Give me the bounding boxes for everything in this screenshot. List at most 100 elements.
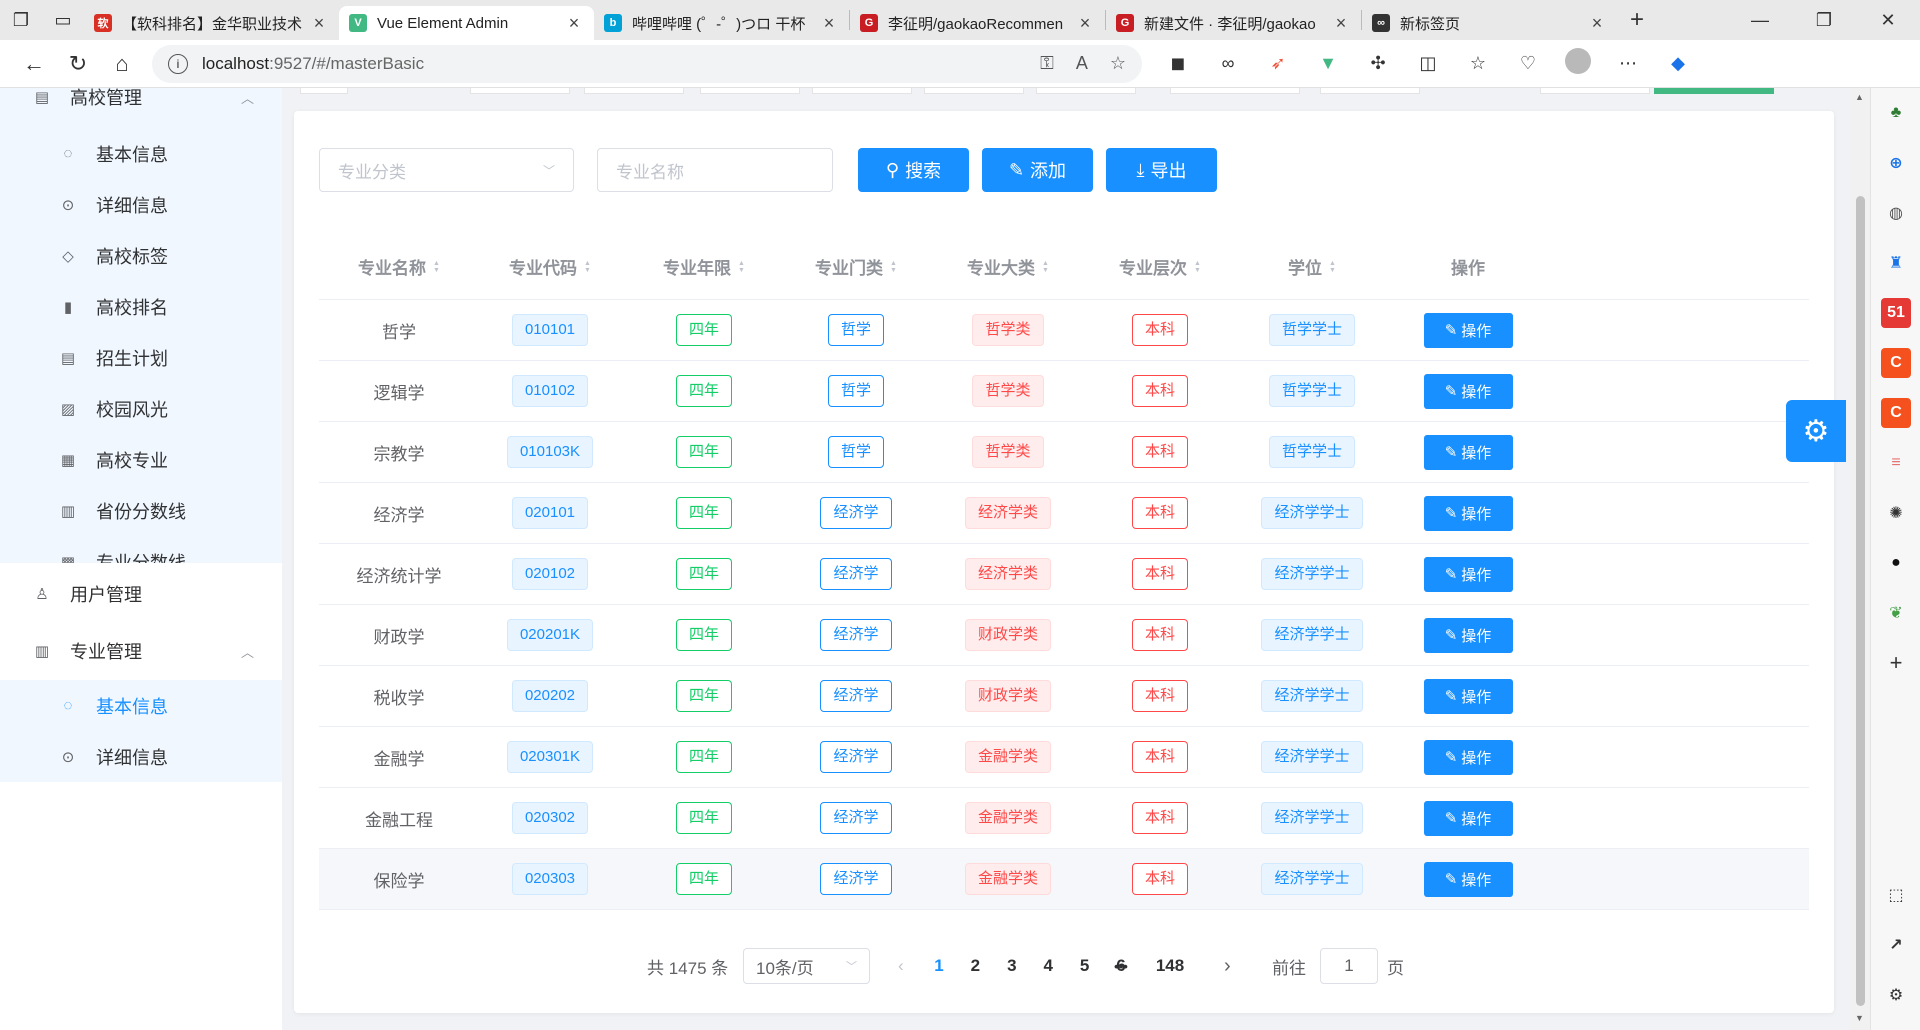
infinity-extension-icon[interactable]: ∞ — [1206, 53, 1250, 74]
copilot-icon[interactable]: ◆ — [1656, 53, 1700, 74]
operate-button[interactable]: ✎ 操作 — [1423, 312, 1513, 348]
operate-button[interactable]: ✎ 操作 — [1423, 617, 1513, 653]
sidebar-item[interactable]: ▦ 高校专业 — [0, 434, 282, 485]
extensions-icon[interactable]: ✣ — [1356, 53, 1400, 74]
sidebar-item[interactable]: ⊙ 详细信息 — [0, 179, 282, 230]
category-select[interactable]: 专业分类 ﹀ — [319, 148, 574, 192]
app-icon[interactable]: ♜ — [1881, 248, 1911, 278]
menu-user-management[interactable]: ♙ 用户管理 — [0, 563, 282, 625]
sidebar-item[interactable]: ◌ 基本信息 — [0, 128, 282, 179]
export-button[interactable]: ⤓ 导出 — [1106, 148, 1217, 192]
column-header[interactable]: 专业代码 ▲ ▼ — [473, 233, 627, 300]
browser-tab[interactable]: 软【软科排名】金华职业技术 × — [84, 6, 339, 40]
page-number[interactable]: 1 — [924, 948, 954, 984]
tags-view-tag[interactable] — [1320, 88, 1420, 94]
browser-tab[interactable]: ∞ 新标签页 × — [1362, 6, 1617, 40]
add-button[interactable]: ✎ 添加 — [982, 148, 1093, 192]
page-size-select[interactable]: 10条/页 ﹀ — [743, 948, 870, 984]
close-tab-icon[interactable]: × — [819, 13, 839, 34]
page-number[interactable]: 5 — [1070, 948, 1100, 984]
open-external-icon[interactable]: ↗ — [1881, 930, 1911, 960]
sidebar-item[interactable]: ▮ 高校排名 — [0, 281, 282, 332]
browser-tab[interactable]: b 哔哩哔哩 (゜-゜)つロ 干杯 × — [594, 6, 849, 40]
browser-tab[interactable]: G 新建文件 · 李征明/gaokao × — [1106, 6, 1361, 40]
more-menu-icon[interactable]: ⋯ — [1606, 53, 1650, 74]
operate-button[interactable]: ✎ 操作 — [1423, 678, 1513, 714]
add-icon[interactable]: + — [1881, 648, 1911, 678]
scroll-up-icon[interactable]: ▲ — [1855, 92, 1864, 102]
sort-caret-icon[interactable]: ▲ ▼ — [1042, 260, 1049, 274]
screenshot-icon[interactable]: ⬚ — [1881, 880, 1911, 910]
vue-devtools-icon[interactable]: ▼ — [1306, 53, 1350, 74]
page-number[interactable]: 3 — [997, 948, 1027, 984]
close-tab-icon[interactable]: × — [1587, 13, 1607, 34]
site-info-icon[interactable]: i — [168, 53, 188, 74]
search-button[interactable]: ⚲ 搜索 — [858, 148, 969, 192]
sidebar-item[interactable]: ⊙ 详细信息 — [0, 731, 282, 782]
read-aloud-icon[interactable]: A — [1076, 53, 1088, 74]
browser-essentials-icon[interactable]: ♡ — [1506, 53, 1550, 74]
sidebar-item[interactable]: ◌ 基本信息 — [0, 680, 282, 731]
menu-group-university[interactable]: ▤ 高校管理 ︿ — [0, 88, 282, 128]
column-header[interactable]: 专业大类 ▲ ▼ — [931, 233, 1085, 300]
menu-major-management[interactable]: ▥ 专业管理 ︿ — [0, 620, 282, 682]
operate-button[interactable]: ✎ 操作 — [1423, 434, 1513, 470]
minimize-icon[interactable]: — — [1728, 10, 1792, 31]
operate-button[interactable]: ✎ 操作 — [1423, 739, 1513, 775]
page-scrollbar[interactable]: ▲ ▼ — [1850, 88, 1870, 1030]
page-last[interactable]: 148 — [1147, 948, 1193, 984]
scroll-down-icon[interactable]: ▼ — [1855, 1013, 1864, 1023]
sort-caret-icon[interactable]: ▲ ▼ — [890, 260, 897, 274]
pagination-ellipsis[interactable]: ••• — [1106, 948, 1136, 984]
sidebar-item[interactable]: ◇ 高校标签 — [0, 230, 282, 281]
close-tab-icon[interactable]: × — [564, 13, 584, 34]
tags-view-tag[interactable] — [1170, 88, 1300, 94]
tags-view-tag-active[interactable] — [1654, 88, 1774, 94]
tree-icon[interactable]: ♣ — [1881, 98, 1911, 128]
next-page-icon[interactable]: › — [1224, 948, 1231, 984]
tab-actions-icon[interactable]: ▭ — [42, 0, 84, 40]
tags-view-tag[interactable] — [584, 88, 684, 94]
swift-extension-icon[interactable]: ➶ — [1256, 53, 1300, 74]
profile-avatar[interactable] — [1556, 48, 1600, 79]
close-tab-icon[interactable]: × — [1075, 13, 1095, 34]
address-bar[interactable]: i localhost :9527/#/masterBasic ⚿ A ☆ — [152, 44, 1142, 83]
sidebar-item[interactable]: ▨ 校园风光 — [0, 383, 282, 434]
51-app-icon[interactable]: 51 — [1881, 298, 1911, 328]
workspaces-icon[interactable]: ❐ — [0, 0, 42, 40]
search-plus-icon[interactable]: ⊕ — [1881, 148, 1911, 178]
major-name-input[interactable]: 专业名称 — [597, 148, 833, 192]
tags-view-tag[interactable] — [470, 88, 570, 94]
maximize-icon[interactable]: ❐ — [1792, 10, 1856, 31]
tags-view-tag[interactable] — [300, 88, 348, 94]
browser-tab[interactable]: V Vue Element Admin × — [339, 6, 594, 40]
favorites-icon[interactable]: ☆ — [1456, 53, 1500, 74]
column-header[interactable]: 专业名称 ▲ ▼ — [319, 233, 479, 300]
scrollbar-thumb[interactable] — [1856, 196, 1865, 1006]
operate-button[interactable]: ✎ 操作 — [1423, 556, 1513, 592]
leaf-icon[interactable]: ❦ — [1881, 598, 1911, 628]
sort-caret-icon[interactable]: ▲ ▼ — [1329, 260, 1336, 274]
goto-page-input[interactable]: 1 — [1320, 948, 1378, 984]
sidebar-item[interactable]: ▥ 省份分数线 — [0, 485, 282, 536]
sort-caret-icon[interactable]: ▲ ▼ — [1194, 260, 1201, 274]
column-header[interactable]: 专业层次 ▲ ▼ — [1083, 233, 1237, 300]
operate-button[interactable]: ✎ 操作 — [1423, 800, 1513, 836]
operate-button[interactable]: ✎ 操作 — [1423, 373, 1513, 409]
split-screen-icon[interactable]: ◫ — [1406, 53, 1450, 74]
extension-icon[interactable]: ◼ — [1156, 53, 1200, 74]
github-icon[interactable]: ● — [1881, 548, 1911, 578]
tags-view-tag[interactable] — [1036, 88, 1136, 94]
app-icon[interactable]: ◍ — [1881, 198, 1911, 228]
close-tab-icon[interactable]: × — [1331, 13, 1351, 34]
c-app-icon[interactable]: C — [1881, 348, 1911, 378]
settings-icon[interactable]: ⚙ — [1881, 980, 1911, 1010]
close-tab-icon[interactable]: × — [309, 13, 329, 34]
key-icon[interactable]: ⚿ — [1040, 53, 1054, 74]
favorite-star-icon[interactable]: ☆ — [1110, 53, 1126, 74]
sort-caret-icon[interactable]: ▲ ▼ — [433, 260, 440, 274]
column-header[interactable]: 专业年限 ▲ ▼ — [627, 233, 781, 300]
molecule-icon[interactable]: ✺ — [1881, 498, 1911, 528]
tags-view-tag[interactable] — [700, 88, 800, 94]
sidebar-item[interactable]: ▤ 招生计划 — [0, 332, 282, 383]
